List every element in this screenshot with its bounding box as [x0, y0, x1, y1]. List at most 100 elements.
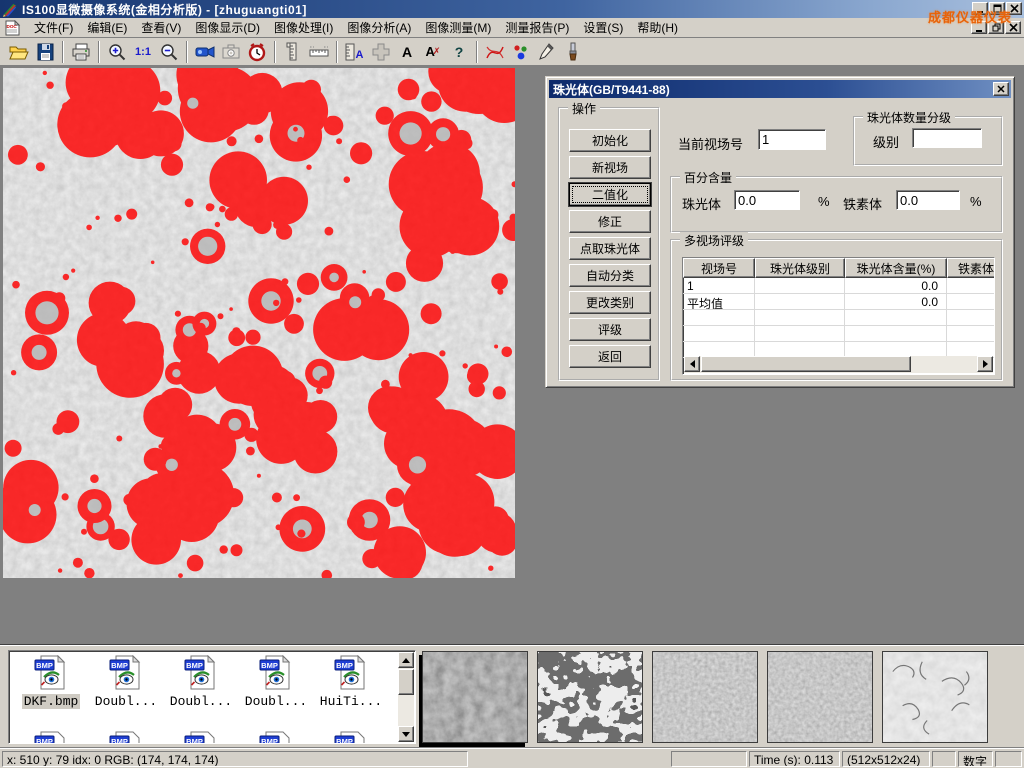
gray-cross-icon	[371, 42, 391, 62]
current-field-input[interactable]	[758, 129, 826, 150]
caliper-measure-button[interactable]	[281, 40, 305, 64]
close-button[interactable]	[1006, 2, 1022, 15]
scroll-down-button[interactable]	[398, 726, 414, 742]
thumbnail-5[interactable]	[882, 651, 988, 743]
file-item-partial[interactable]: BMP	[240, 731, 312, 744]
scrollbar-thumb[interactable]	[701, 356, 911, 372]
menu-image-analysis[interactable]: 图像分析(A)	[340, 17, 418, 38]
bmp-file-icon: BMP	[258, 655, 294, 691]
video-capture-button[interactable]	[193, 40, 217, 64]
grading-table: 视场号 珠光体级别 珠光体含量(%) 铁素体 1 0.0 平均值	[682, 257, 995, 375]
file-item[interactable]: BMP Doubl...	[90, 655, 162, 709]
menu-image-processing[interactable]: 图像处理(I)	[267, 17, 340, 38]
scrollbar-thumb[interactable]	[398, 669, 414, 695]
mdi-close-button[interactable]	[1005, 21, 1021, 34]
return-button[interactable]: 返回	[569, 345, 651, 368]
pearlite-unit: %	[818, 194, 830, 209]
svg-text:BMP: BMP	[261, 661, 278, 670]
grade-button[interactable]: 评级	[569, 318, 651, 341]
svg-text:BMP: BMP	[186, 661, 203, 670]
auto-classify-button[interactable]: 自动分类	[569, 264, 651, 287]
menu-measure-report[interactable]: 测量报告(P)	[498, 17, 576, 38]
actual-size-button[interactable]: 1:1	[131, 40, 155, 64]
mdi-minimize-button[interactable]	[971, 21, 987, 34]
spline-tool-button[interactable]	[483, 40, 507, 64]
minimize-button[interactable]	[972, 2, 988, 15]
col-pearlite-content[interactable]: 珠光体含量(%)	[845, 258, 947, 278]
file-item-partial[interactable]: BMP	[90, 731, 162, 744]
document-icon[interactable]: DOC	[4, 20, 21, 36]
pick-pearlite-button[interactable]: 点取珠光体	[569, 237, 651, 260]
pearlite-percent-input[interactable]	[734, 190, 800, 210]
correct-button[interactable]: 修正	[569, 210, 651, 233]
grade-level-input[interactable]	[912, 128, 982, 148]
paint-tool-button[interactable]	[561, 40, 585, 64]
initialize-button[interactable]: 初始化	[569, 129, 651, 152]
svg-text:BMP: BMP	[336, 737, 353, 744]
scroll-up-button[interactable]	[398, 652, 414, 668]
file-name[interactable]: DKF.bmp	[22, 694, 81, 709]
classify-tool-button[interactable]	[509, 40, 533, 64]
file-name[interactable]: HuiTi...	[318, 694, 384, 709]
dialog-title-bar[interactable]: 珠光体(GB/T9441-88)	[549, 80, 1011, 98]
annotation-edit-button[interactable]: A✗	[421, 40, 445, 64]
grid-overlay-button[interactable]	[369, 40, 393, 64]
line-measure-button[interactable]	[307, 40, 331, 64]
save-button[interactable]	[33, 40, 57, 64]
calibrate-button[interactable]: A	[343, 40, 367, 64]
file-item[interactable]: BMP Doubl...	[165, 655, 237, 709]
help-button[interactable]: ?	[447, 40, 471, 64]
thumbnail-4[interactable]	[767, 651, 873, 743]
thumbnail-2[interactable]	[537, 651, 643, 743]
scroll-left-button[interactable]	[684, 356, 700, 372]
menu-file[interactable]: 文件(F)	[27, 17, 80, 38]
colored-balls-icon	[511, 42, 531, 62]
table-row[interactable]: 1 0.0	[683, 278, 994, 294]
file-name[interactable]: Doubl...	[93, 694, 159, 709]
maximize-button[interactable]	[989, 2, 1005, 15]
change-class-button[interactable]: 更改类别	[569, 291, 651, 314]
svg-text:BMP: BMP	[111, 661, 128, 670]
file-name[interactable]: Doubl...	[168, 694, 234, 709]
menu-image-measure[interactable]: 图像测量(M)	[418, 17, 498, 38]
timer-button[interactable]	[245, 40, 269, 64]
thumbnail-1[interactable]	[422, 651, 528, 743]
dialog-close-button[interactable]	[993, 82, 1009, 96]
col-field-no[interactable]: 视场号	[683, 258, 755, 278]
file-item[interactable]: BMP HuiTi...	[315, 655, 387, 709]
file-item[interactable]: BMP DKF.bmp	[15, 655, 87, 709]
svg-text:BMP: BMP	[36, 737, 53, 744]
menu-settings[interactable]: 设置(S)	[576, 17, 630, 38]
svg-text:BMP: BMP	[36, 661, 53, 670]
pick-tool-button[interactable]	[535, 40, 559, 64]
file-item-partial[interactable]: BMP	[165, 731, 237, 744]
ferrite-percent-input[interactable]	[896, 190, 960, 210]
menu-help[interactable]: 帮助(H)	[630, 17, 685, 38]
scroll-right-button[interactable]	[977, 356, 993, 372]
file-name[interactable]: Doubl...	[243, 694, 309, 709]
col-ferrite[interactable]: 铁素体	[947, 258, 995, 278]
menu-edit[interactable]: 编辑(E)	[80, 17, 134, 38]
open-file-button[interactable]	[7, 40, 31, 64]
micrograph-image[interactable]	[3, 68, 515, 578]
file-item-partial[interactable]: BMP	[15, 731, 87, 744]
col-pearlite-grade[interactable]: 珠光体级别	[755, 258, 845, 278]
toolbar-separator	[476, 41, 478, 63]
table-horizontal-scrollbar[interactable]	[684, 356, 993, 373]
file-browser-scrollbar[interactable]	[398, 652, 414, 742]
text-tool-button[interactable]: A	[395, 40, 419, 64]
table-row[interactable]: 平均值 0.0	[683, 294, 994, 310]
binarize-button[interactable]: 二值化	[569, 183, 651, 206]
mdi-restore-button[interactable]	[988, 21, 1004, 34]
zoom-in-button[interactable]	[105, 40, 129, 64]
file-item[interactable]: BMP Doubl...	[240, 655, 312, 709]
zoom-out-button[interactable]	[157, 40, 181, 64]
print-button[interactable]	[69, 40, 93, 64]
file-browser: BMP DKF.bmp BMP Doubl... BMP Doubl... BM…	[8, 650, 416, 744]
menu-view[interactable]: 查看(V)	[134, 17, 188, 38]
file-item-partial[interactable]: BMP	[315, 731, 387, 744]
new-field-button[interactable]: 新视场	[569, 156, 651, 179]
thumbnail-3[interactable]	[652, 651, 758, 743]
photo-capture-button[interactable]	[219, 40, 243, 64]
menu-image-display[interactable]: 图像显示(D)	[188, 17, 267, 38]
